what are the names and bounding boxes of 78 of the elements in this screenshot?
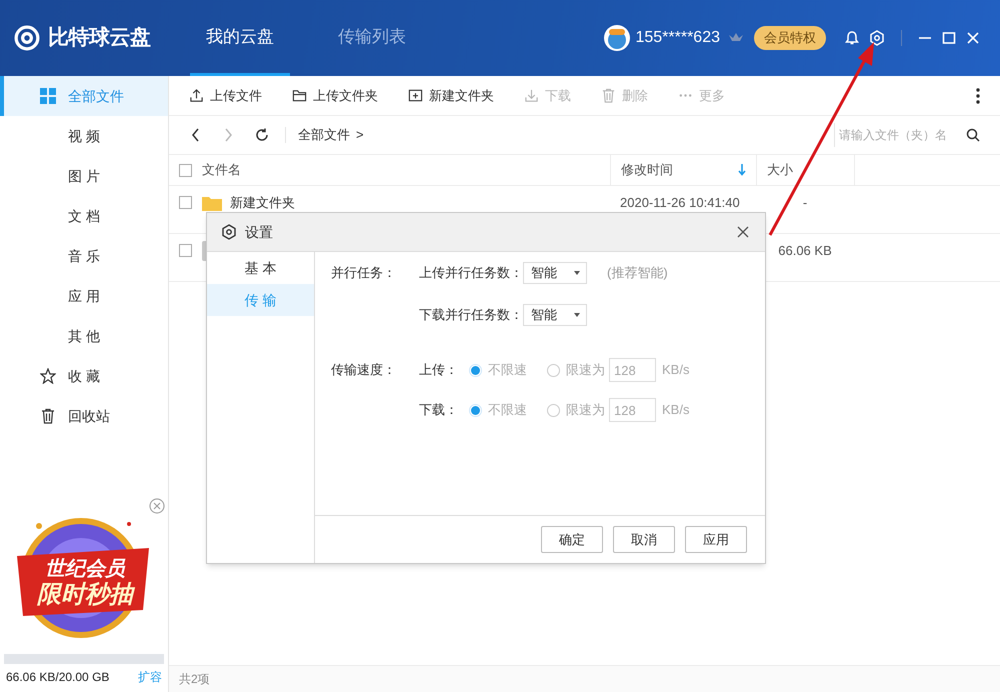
dropdown[interactable]: 智能 [523, 304, 587, 326]
sidebar-item[interactable]: 回收站 [0, 396, 168, 436]
sidebar-item[interactable]: 应 用 [0, 276, 168, 316]
more-icon[interactable] [976, 88, 980, 104]
radio-button[interactable] [469, 404, 482, 416]
dropdown[interactable]: 智能 [523, 262, 587, 284]
settings-tab[interactable]: 基 本 [207, 252, 314, 284]
dialog-button[interactable]: 取消 [613, 526, 675, 553]
column-header[interactable]: 大小 [756, 155, 854, 185]
storage-text: 66.06 KB/20.00 GB [6, 669, 110, 686]
breadcrumb-link[interactable]: 全部文件 [298, 125, 350, 145]
grid-icon [40, 88, 56, 104]
dialog-button[interactable]: 确定 [541, 526, 603, 553]
section-label: 传输速度： [331, 362, 396, 378]
header-tab[interactable]: 传输列表 [322, 0, 422, 76]
column-header[interactable]: 文件名 [192, 155, 610, 185]
field-label: 下载： [419, 401, 459, 420]
dialog-button[interactable]: 应用 [685, 526, 747, 553]
user-name: 155*****623 [635, 28, 720, 48]
refresh-icon[interactable] [255, 128, 269, 142]
close-icon[interactable] [737, 226, 749, 238]
crown-icon [728, 32, 744, 44]
promo-banner[interactable]: 世纪会员 限时秒抽 [9, 506, 159, 646]
logo-icon [14, 25, 40, 51]
upload-icon [189, 88, 204, 103]
sidebar-item[interactable]: 其 他 [0, 316, 168, 356]
radio-button[interactable] [547, 364, 560, 376]
sidebar-item[interactable]: 收 藏 [0, 356, 168, 396]
sidebar-item[interactable]: 图 片 [0, 156, 168, 196]
unit-label: KB/s [662, 401, 690, 420]
search-field[interactable]: 请输入文件（夹）名 [834, 123, 956, 147]
avatar-icon [603, 24, 632, 52]
file-size: - [802, 194, 808, 212]
section-label: 并行任务： [331, 265, 396, 280]
field-label: 上传： [419, 361, 459, 380]
radio-button[interactable] [547, 404, 560, 416]
field-label: 下载并行任务数： [419, 306, 523, 324]
toolbar-button[interactable]: 新建文件夹 [408, 86, 494, 106]
unit-label: KB/s [662, 361, 690, 380]
sidebar-item[interactable]: 文 档 [0, 196, 168, 236]
settings-icon[interactable] [869, 30, 885, 46]
bell-icon[interactable] [844, 30, 860, 46]
header-tab[interactable]: 我的云盘 [190, 0, 290, 76]
checkbox[interactable] [179, 244, 192, 257]
column-header[interactable]: 修改时间 [610, 155, 756, 185]
radio-button[interactable] [469, 364, 482, 376]
modified-time: 2020-11-26 10:41:40 [620, 194, 740, 212]
add-icon [408, 88, 423, 103]
sidebar-item[interactable]: 音 乐 [0, 236, 168, 276]
item-count: 共2项 [179, 671, 210, 688]
toolbar-button[interactable]: 上传文件夹 [292, 86, 378, 106]
field-label: 上传并行任务数： [419, 264, 523, 282]
close-icon[interactable] [149, 498, 165, 514]
maximize-icon[interactable] [942, 31, 956, 45]
trash-icon [601, 88, 616, 103]
download-icon [524, 88, 539, 103]
search-icon[interactable] [966, 128, 980, 142]
dialog-title: 设置 [245, 222, 273, 242]
file-name: 新建文件夹 [230, 194, 295, 212]
hint-text: (推荐智能) [607, 264, 668, 282]
app-logo: 比特球云盘 [48, 25, 150, 52]
vip-button[interactable]: 会员特权 [754, 26, 826, 50]
trash-icon [40, 408, 56, 424]
promo-text: 限时秒抽 [37, 582, 133, 608]
checkbox[interactable] [179, 164, 192, 176]
toolbar-button[interactable]: 上传文件 [189, 86, 262, 106]
settings-icon [221, 224, 237, 240]
breadcrumb-separator: > [356, 126, 364, 144]
checkbox[interactable] [179, 196, 192, 209]
sort-arrow-icon [738, 164, 746, 176]
caret-icon [574, 271, 580, 275]
file-size: 66.06 KB [778, 242, 832, 260]
back-icon[interactable] [191, 128, 201, 142]
caret-icon [574, 313, 580, 317]
folder-icon [292, 88, 307, 103]
star-icon [40, 368, 56, 384]
promo-text: 世纪会员 [45, 557, 125, 582]
sidebar-item[interactable]: 视 频 [0, 116, 168, 156]
